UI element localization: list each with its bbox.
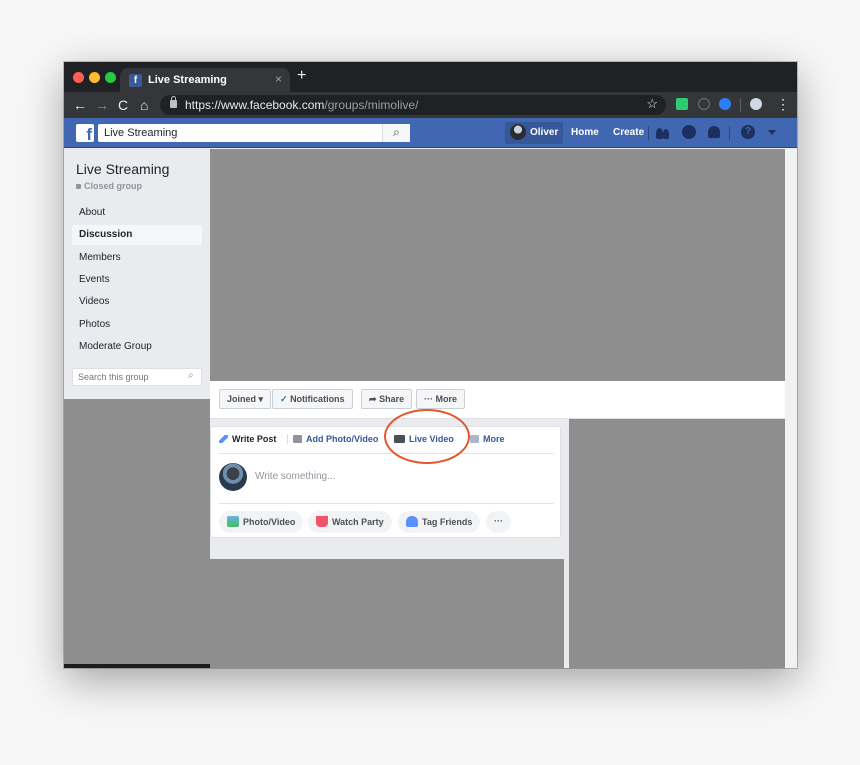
sidebar-item-about[interactable]: About	[72, 203, 202, 223]
group-privacy-label: Closed group	[76, 181, 142, 191]
reload-icon[interactable]: C	[118, 96, 128, 114]
lock-icon	[76, 184, 81, 189]
tab-more[interactable]: More	[470, 434, 505, 444]
home-link[interactable]: Home	[571, 127, 599, 138]
photo-icon	[227, 516, 239, 527]
browser-menu-icon[interactable]: ⋮	[776, 96, 790, 113]
tab-divider	[287, 434, 288, 444]
profile-avatar-icon[interactable]	[750, 98, 762, 110]
avatar	[219, 463, 247, 491]
tab-close-icon[interactable]: ×	[275, 72, 282, 86]
lock-icon	[170, 96, 177, 108]
nav-divider	[648, 126, 649, 140]
forward-icon[interactable]: →	[95, 96, 109, 114]
sidebar-item-videos[interactable]: Videos	[72, 292, 202, 312]
checkmark-icon: ✓	[280, 394, 288, 404]
facebook-favicon-icon: f	[129, 74, 142, 87]
pencil-icon	[219, 435, 228, 443]
extension-info-icon[interactable]	[698, 98, 710, 110]
sidebar-item-moderate-group[interactable]: Moderate Group	[72, 337, 202, 357]
composer-divider	[219, 453, 554, 454]
more-icon	[470, 435, 479, 443]
redacted-right-column	[569, 419, 785, 668]
maximize-window-button[interactable]	[105, 72, 116, 83]
redacted-feed-area	[210, 559, 564, 668]
joined-button[interactable]: Joined ▾	[219, 389, 272, 409]
search-icon[interactable]: ⌕	[382, 124, 410, 142]
highlight-circle	[384, 409, 470, 464]
more-dots-icon: ···	[424, 394, 433, 404]
group-action-bar: Joined ▾ ✓ Notifications ➦ Share ··· Mor…	[210, 381, 785, 419]
more-button[interactable]: ··· More	[416, 389, 466, 409]
watch-party-button[interactable]: Watch Party	[308, 511, 392, 533]
friend-requests-icon[interactable]	[656, 128, 672, 140]
composer-divider	[219, 503, 554, 504]
notifications-button[interactable]: ✓ Notifications	[272, 389, 353, 409]
redacted-area	[64, 399, 210, 668]
facebook-logo-icon[interactable]: f	[76, 124, 94, 142]
back-icon[interactable]: ←	[73, 96, 87, 114]
sidebar-item-discussion[interactable]: Discussion	[72, 225, 202, 245]
browser-tab[interactable]: f Live Streaming ×	[120, 68, 290, 92]
create-link[interactable]: Create	[613, 127, 644, 138]
extension-green-icon[interactable]	[676, 98, 688, 110]
tab-title: Live Streaming	[148, 74, 227, 86]
popcorn-icon	[316, 516, 328, 527]
address-toolbar: ← → C ⌂ https://www.facebook.com/groups/…	[64, 92, 797, 118]
nav-divider	[729, 126, 730, 140]
tag-friend-icon	[406, 516, 418, 527]
group-title[interactable]: Live Streaming	[76, 161, 169, 177]
browser-window: f Live Streaming × + ← → C ⌂ https://www…	[64, 62, 797, 668]
share-button[interactable]: ➦ Share	[361, 389, 413, 409]
scroll-edge	[785, 149, 797, 668]
toolbar-divider	[740, 98, 741, 112]
minimize-window-button[interactable]	[89, 72, 100, 83]
camera-icon	[293, 435, 302, 443]
tag-friends-button[interactable]: Tag Friends	[398, 511, 481, 533]
write-something-input[interactable]: Write something...	[255, 471, 335, 482]
sidebar-item-photos[interactable]: Photos	[72, 315, 202, 335]
profile-name[interactable]: Oliver	[530, 127, 558, 138]
tab-write-post[interactable]: Write Post	[219, 434, 276, 444]
sidebar-item-members[interactable]: Members	[72, 248, 202, 268]
tab-add-photo-video[interactable]: Add Photo/Video	[293, 434, 378, 444]
cover-photo-placeholder	[210, 149, 785, 381]
tab-bar: f Live Streaming × +	[64, 62, 797, 92]
group-sidebar: Live Streaming Closed group About Discus…	[64, 149, 307, 668]
photo-video-button[interactable]: Photo/Video	[219, 511, 304, 533]
more-options-button[interactable]: ···	[486, 511, 511, 533]
close-window-button[interactable]	[73, 72, 84, 83]
facebook-top-bar: f ⌕ Oliver Home Create ?	[64, 118, 797, 148]
extension-blue-icon[interactable]	[719, 98, 731, 110]
notifications-bell-icon[interactable]	[708, 126, 720, 138]
group-search-input[interactable]	[72, 368, 202, 386]
messenger-icon[interactable]	[682, 125, 696, 139]
group-page: Live Streaming Closed group About Discus…	[64, 149, 797, 668]
sidebar-item-events[interactable]: Events	[72, 270, 202, 290]
search-icon[interactable]: ⌕	[188, 370, 194, 381]
avatar	[510, 124, 526, 140]
new-tab-button[interactable]: +	[297, 67, 306, 85]
url-bar[interactable]: https://www.facebook.com/groups/mimolive…	[160, 95, 666, 115]
account-menu-caret-icon[interactable]	[768, 130, 776, 135]
help-icon[interactable]: ?	[741, 125, 755, 139]
bookmark-star-icon[interactable]: ☆	[646, 96, 658, 112]
facebook-search-input[interactable]	[98, 124, 410, 142]
share-arrow-icon: ➦	[369, 394, 377, 404]
url-text: https://www.facebook.com/groups/mimolive…	[185, 98, 419, 112]
home-icon[interactable]: ⌂	[140, 96, 148, 114]
